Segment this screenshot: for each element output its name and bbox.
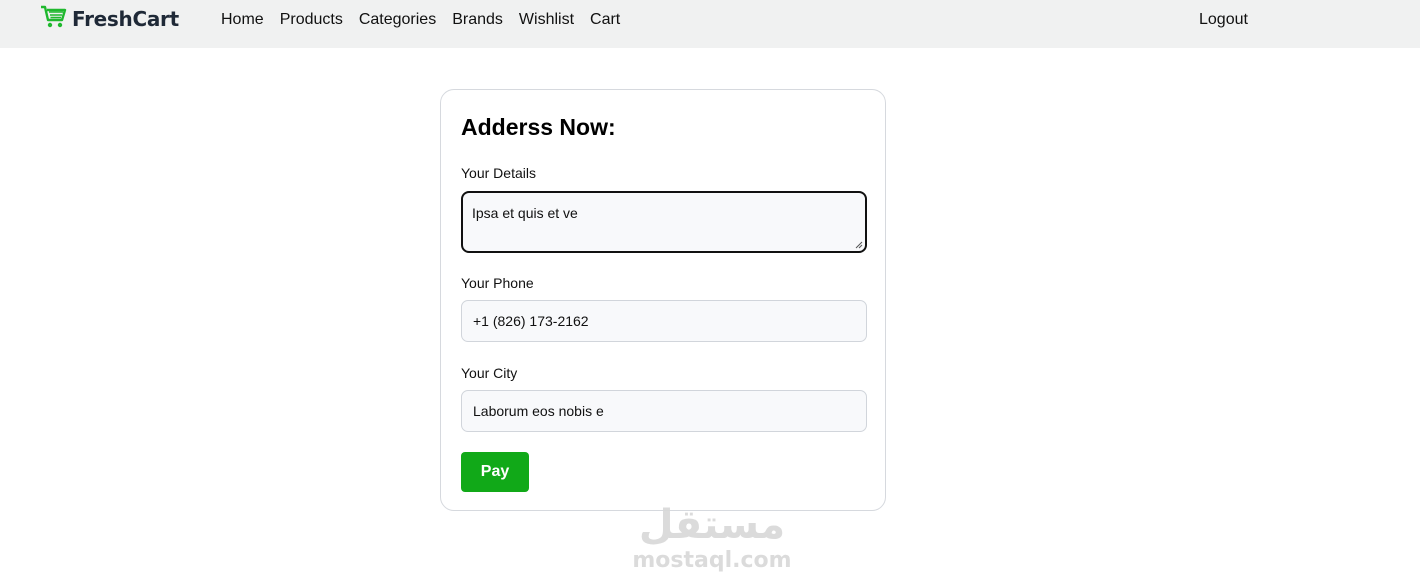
navbar: FreshCart Home Products Categories Brand… — [0, 0, 1420, 48]
nav-link-cart[interactable]: Cart — [590, 10, 620, 30]
city-input[interactable] — [461, 390, 867, 432]
logout-link[interactable]: Logout — [1199, 10, 1248, 30]
details-textarea[interactable]: Ipsa et quis et ve — [461, 191, 867, 253]
nav-link-categories[interactable]: Categories — [359, 10, 436, 30]
nav-link-products[interactable]: Products — [280, 10, 343, 30]
watermark: مستقل mostaql.com — [632, 502, 792, 582]
resize-grip-icon[interactable] — [855, 241, 863, 249]
nav-link-brands[interactable]: Brands — [452, 10, 503, 30]
details-label: Your Details — [461, 165, 536, 181]
watermark-arabic: مستقل — [638, 502, 786, 548]
pay-button[interactable]: Pay — [461, 452, 529, 492]
city-label: Your City — [461, 365, 518, 381]
brand-logo[interactable]: FreshCart — [40, 5, 179, 34]
watermark-latin: mostaql.com — [632, 548, 792, 573]
phone-label: Your Phone — [461, 275, 534, 291]
shopping-cart-icon — [40, 5, 68, 34]
form-title: Adderss Now: — [461, 114, 616, 140]
nav-link-wishlist[interactable]: Wishlist — [519, 10, 574, 30]
address-form-card: Adderss Now: Your Details Ipsa et quis e… — [440, 89, 886, 511]
nav-links: Home Products Categories Brands Wishlist… — [221, 10, 620, 30]
nav-link-home[interactable]: Home — [221, 10, 264, 30]
brand-name: FreshCart — [72, 7, 179, 31]
phone-input[interactable] — [461, 300, 867, 342]
